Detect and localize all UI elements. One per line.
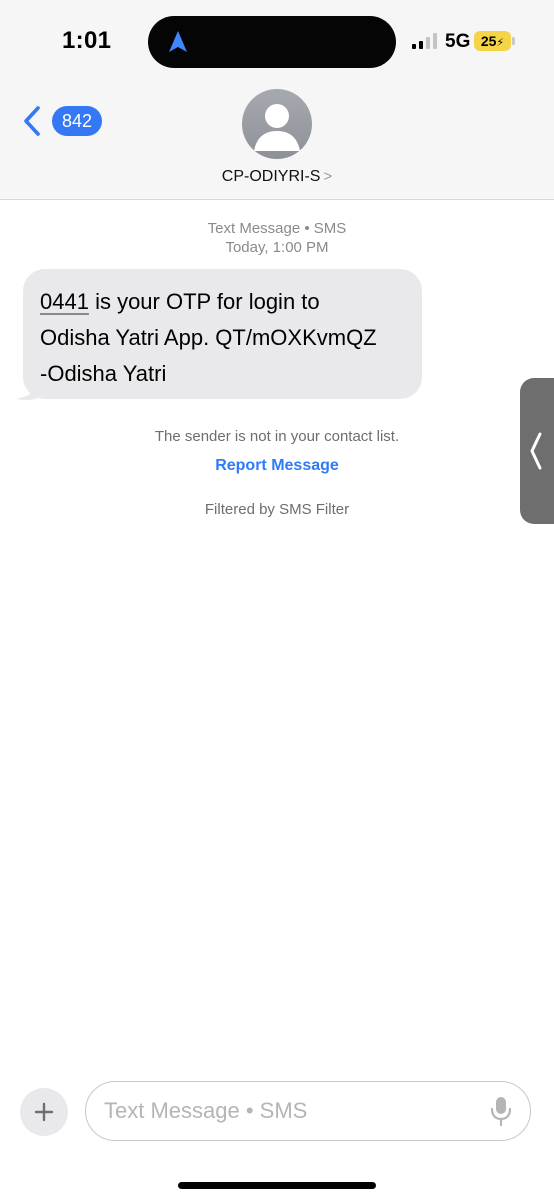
- conversation-header: 842 CP-ODIYRI-S >: [0, 84, 554, 200]
- microphone-icon[interactable]: [489, 1095, 513, 1127]
- contact-name: CP-ODIYRI-S: [221, 168, 321, 185]
- service-label: Text Message • SMS: [207, 220, 347, 237]
- message-input[interactable]: [85, 1081, 531, 1141]
- network-type: 5G: [445, 31, 471, 52]
- status-time: 1:01: [62, 27, 112, 54]
- signal-icon: [412, 33, 437, 49]
- battery-tip: [512, 37, 515, 45]
- side-panel-handle[interactable]: [520, 378, 554, 524]
- message-bubble[interactable]: 0441 is your OTP for login to Odisha Yat…: [23, 269, 422, 399]
- add-attachment-button[interactable]: [20, 1088, 68, 1136]
- message-line-1-text: is your OTP for login to: [88, 289, 320, 314]
- dynamic-island: [148, 16, 396, 68]
- sender-notice: The sender is not in your contact list.: [154, 428, 400, 445]
- message-line-3: -Odisha Yatri: [40, 361, 167, 386]
- home-indicator: [178, 1182, 376, 1189]
- contact-name-button[interactable]: CP-ODIYRI-S >: [0, 168, 554, 186]
- message-meta: Text Message • SMS Today, 1:00 PM: [0, 219, 554, 257]
- battery-indicator: 25⚡: [474, 31, 511, 51]
- message-timestamp: Today, 1:00 PM: [225, 239, 329, 256]
- plus-icon: [34, 1102, 54, 1122]
- chevron-left-icon: [24, 106, 40, 136]
- message-line-2: Odisha Yatri App. QT/mOXKvmQZ: [40, 325, 377, 350]
- otp-code[interactable]: 0441: [40, 289, 89, 314]
- battery-level: 25: [480, 33, 497, 49]
- location-arrow-icon: [169, 31, 187, 52]
- person-icon: [254, 104, 300, 151]
- back-button[interactable]: 842: [22, 104, 103, 138]
- chevron-left-icon: [530, 432, 542, 470]
- unread-count-badge: 842: [52, 106, 103, 136]
- message-line-1: 0441 is your OTP for login to: [40, 284, 405, 320]
- filter-notice: Filtered by SMS Filter: [204, 501, 350, 518]
- status-bar: 1:01 5G 25⚡: [0, 0, 554, 84]
- chevron-right-icon: >: [323, 168, 333, 185]
- avatar[interactable]: [242, 89, 312, 159]
- report-message-link[interactable]: Report Message: [0, 457, 554, 475]
